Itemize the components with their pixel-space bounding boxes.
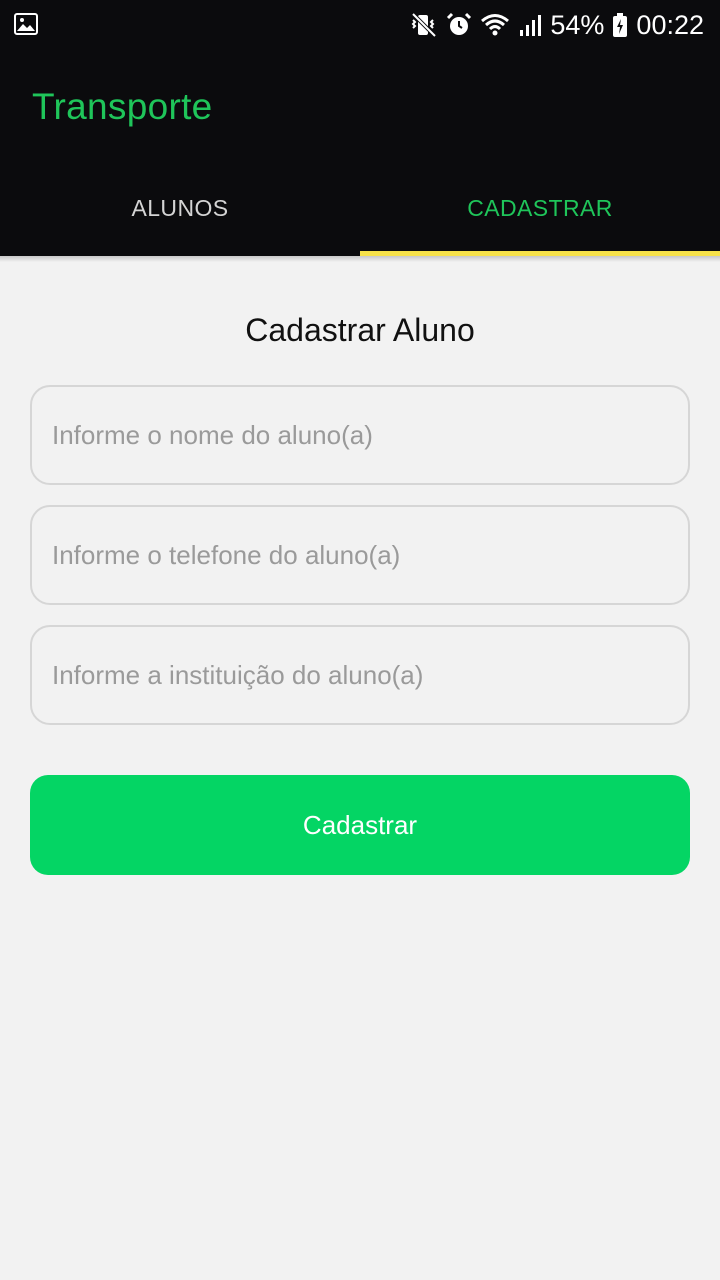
- gallery-icon: [14, 13, 38, 35]
- status-bar: 54% 00:22: [0, 0, 720, 50]
- telefone-field[interactable]: [30, 505, 690, 605]
- tab-cadastrar[interactable]: CADASTRAR: [360, 160, 720, 256]
- mute-vibrate-icon: [411, 12, 437, 38]
- form-title: Cadastrar Aluno: [245, 312, 475, 348]
- instituicao-input[interactable]: [32, 627, 688, 723]
- status-time: 00:22: [636, 9, 704, 40]
- battery-percent: 54%: [550, 9, 605, 40]
- tab-alunos[interactable]: ALUNOS: [0, 160, 360, 256]
- tab-label: CADASTRAR: [467, 194, 613, 221]
- app-bar: Transporte ALUNOS CADASTRAR: [0, 50, 720, 256]
- tab-bar: ALUNOS CADASTRAR: [0, 160, 720, 256]
- instituicao-field[interactable]: [30, 625, 690, 725]
- nome-field[interactable]: [30, 385, 690, 485]
- battery-icon: [613, 13, 628, 37]
- cadastrar-button[interactable]: Cadastrar: [30, 775, 690, 875]
- nome-input[interactable]: [32, 387, 688, 483]
- wifi-icon: [481, 14, 510, 36]
- app-title: Transporte: [32, 86, 213, 127]
- alarm-icon: [447, 12, 472, 35]
- app-bar-shadow: [0, 256, 720, 262]
- telefone-input[interactable]: [32, 507, 688, 603]
- signal-icon: [520, 15, 542, 36]
- tab-label: ALUNOS: [131, 194, 229, 221]
- status-icons: 54% 00:22: [410, 8, 704, 42]
